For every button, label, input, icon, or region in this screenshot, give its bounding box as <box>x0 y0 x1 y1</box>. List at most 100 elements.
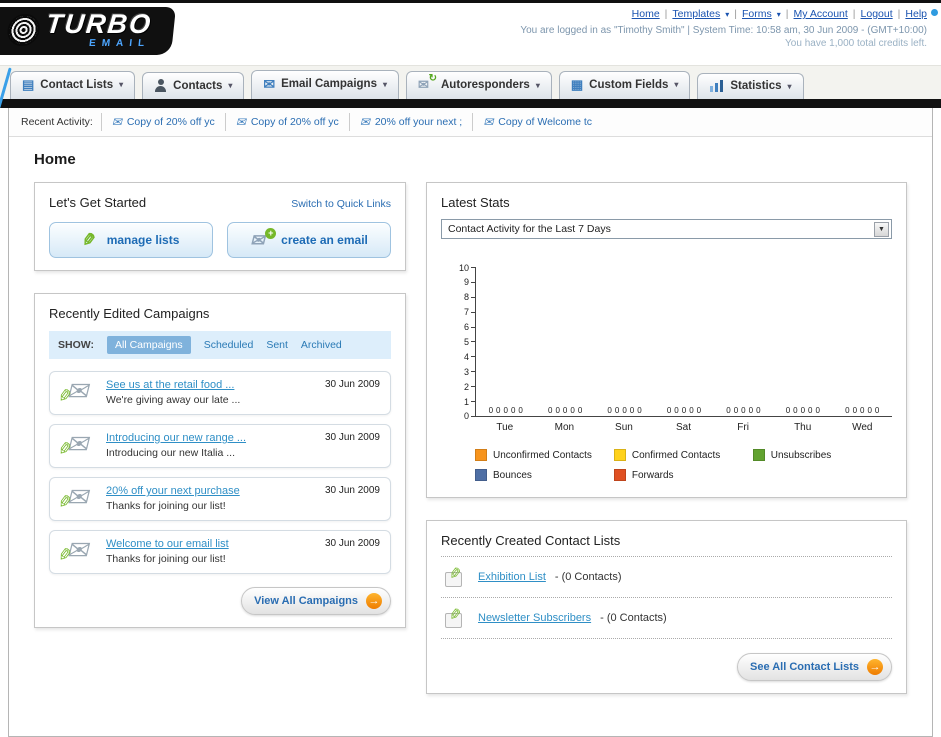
contact-list-row[interactable]: Exhibition List - (0 Contacts) <box>441 557 892 598</box>
chevron-down-icon: ▾ <box>119 80 124 90</box>
contact-list-row[interactable]: Newsletter Subscribers - (0 Contacts) <box>441 598 892 639</box>
edit-list-icon <box>443 566 469 588</box>
manage-lists-label: manage lists <box>106 233 180 247</box>
nav-link-help[interactable]: Help <box>905 8 927 20</box>
view-all-campaigns-button[interactable]: View All Campaigns → <box>241 587 391 615</box>
header-right: Home | Templates ▾ | Forms ▾ | My Accoun… <box>520 8 927 49</box>
email-icon <box>112 115 122 129</box>
top-nav: Home | Templates ▾ | Forms ▾ | My Accoun… <box>520 8 927 20</box>
legend-swatch <box>613 469 626 481</box>
dropdown-arrow-icon: ▼ <box>874 221 889 237</box>
nav-separator: | <box>785 8 789 20</box>
legend-swatch <box>613 449 626 461</box>
campaign-link[interactable]: Welcome to our email list <box>106 538 309 550</box>
switch-quick-links-link[interactable]: Switch to Quick Links <box>291 198 391 210</box>
tab-email-campaigns[interactable]: Email Campaigns ▾ <box>251 69 399 99</box>
recent-contact-lists-title: Recently Created Contact Lists <box>441 533 892 557</box>
show-label: SHOW: <box>58 339 94 351</box>
contact-lists-icon <box>22 78 34 93</box>
nav-link-templates[interactable]: Templates <box>672 8 720 20</box>
legend-label: Unsubscribes <box>770 449 832 461</box>
campaign-row[interactable]: Welcome to our email list Thanks for joi… <box>49 530 391 574</box>
nav-separator: | <box>664 8 668 20</box>
campaign-row[interactable]: Introducing our new range ... Introducin… <box>49 424 391 468</box>
filter-scheduled[interactable]: Scheduled <box>204 339 254 351</box>
campaign-link[interactable]: 20% off your next purchase <box>106 485 309 497</box>
logo-subtitle: EMAIL <box>88 38 151 49</box>
page-body: Home Let's Get Started Switch to Quick L… <box>9 137 932 736</box>
content-frame: Recent Activity: Copy of 20% off yc Copy… <box>8 108 933 737</box>
credits-info: You have 1,000 total credits left. <box>785 38 927 49</box>
tab-statistics[interactable]: Statistics ▾ <box>697 73 804 99</box>
contact-list-link[interactable]: Exhibition List <box>478 571 546 583</box>
recent-activity-bar: Recent Activity: Copy of 20% off yc Copy… <box>9 108 932 137</box>
recent-activity-item[interactable]: Copy of 20% off yc <box>224 113 349 131</box>
recent-activity-item[interactable]: 20% off your next ; <box>348 113 472 131</box>
logo-swirl-icon <box>5 14 42 46</box>
legend-label: Confirmed Contacts <box>631 449 721 461</box>
legend-swatch <box>752 449 765 461</box>
page-title: Home <box>34 151 76 168</box>
chevron-down-icon: ▾ <box>382 79 387 89</box>
email-icon <box>236 115 246 129</box>
tab-custom-fields[interactable]: Custom Fields ▾ <box>558 70 691 99</box>
main-nav: Contact Lists ▾ Contacts ▾ Email Campaig… <box>0 65 941 99</box>
campaign-row[interactable]: See us at the retail food ... We're givi… <box>49 371 391 415</box>
get-started-panel: Let's Get Started Switch to Quick Links … <box>34 182 406 271</box>
legend-label: Bounces <box>493 469 532 481</box>
stats-period-select[interactable]: Contact Activity for the Last 7 Days ▼ <box>441 219 892 239</box>
nav-link-home[interactable]: Home <box>632 8 660 20</box>
contact-list-link[interactable]: Newsletter Subscribers <box>478 612 591 624</box>
see-all-contact-lists-button[interactable]: See All Contact Lists → <box>736 653 892 681</box>
create-email-label: create an email <box>281 233 368 247</box>
tab-label: Email Campaigns <box>281 78 377 91</box>
campaign-date: 30 Jun 2009 <box>324 485 380 496</box>
recent-activity-item[interactable]: Copy of 20% off yc <box>100 113 225 131</box>
legend-item: Confirmed Contacts <box>613 449 753 461</box>
campaign-date: 30 Jun 2009 <box>324 432 380 443</box>
recent-activity-item-label: Copy of 20% off yc <box>250 116 339 128</box>
create-email-button[interactable]: create an email <box>227 222 391 258</box>
logo-text: TURBO EMAIL <box>44 9 154 49</box>
legend-label: Forwards <box>631 469 674 481</box>
nav-separator: | <box>734 8 738 20</box>
legend-item: Forwards <box>613 469 753 481</box>
edit-list-icon <box>443 607 469 629</box>
filter-archived[interactable]: Archived <box>301 339 342 351</box>
latest-stats-title: Latest Stats <box>441 195 510 210</box>
edit-campaign-icon <box>60 535 96 566</box>
arrow-right-icon: → <box>366 593 382 609</box>
app-logo[interactable]: TURBO EMAIL <box>0 7 176 55</box>
tab-autoresponders[interactable]: Autoresponders ▾ <box>406 71 552 99</box>
legend-swatch <box>475 449 487 461</box>
campaign-link[interactable]: See us at the retail food ... <box>106 379 309 391</box>
legend-label: Unconfirmed Contacts <box>493 449 592 461</box>
get-started-title: Let's Get Started <box>49 195 147 210</box>
campaign-date: 30 Jun 2009 <box>324 379 380 390</box>
campaign-link[interactable]: Introducing our new range ... <box>106 432 309 444</box>
arrow-right-icon: → <box>867 659 883 675</box>
edit-campaign-icon <box>60 376 96 407</box>
left-column: Let's Get Started Switch to Quick Links … <box>34 182 406 650</box>
legend-item: Unconfirmed Contacts <box>475 449 614 461</box>
statistics-icon <box>709 80 725 92</box>
campaign-subtitle: We're giving away our late ... <box>106 394 241 406</box>
recent-activity-item-label: Copy of Welcome tc <box>498 116 593 128</box>
chart-plot-area: 00000000000000000000000000000000000 <box>475 267 892 417</box>
nav-link-my-account[interactable]: My Account <box>794 8 848 20</box>
campaign-row[interactable]: 20% off your next purchase Thanks for jo… <box>49 477 391 521</box>
nav-link-logout[interactable]: Logout <box>861 8 893 20</box>
recent-activity-label: Recent Activity: <box>21 116 93 128</box>
nav-link-forms[interactable]: Forms <box>742 8 772 20</box>
filter-all-campaigns[interactable]: All Campaigns <box>106 336 191 354</box>
tab-label: Autoresponders <box>441 79 530 91</box>
tab-contact-lists[interactable]: Contact Lists ▾ <box>10 70 136 99</box>
manage-lists-button[interactable]: manage lists <box>49 222 213 258</box>
chevron-down-icon: ▾ <box>228 81 233 90</box>
filter-sent[interactable]: Sent <box>266 339 288 351</box>
tab-contacts[interactable]: Contacts ▾ <box>142 72 245 99</box>
contact-list-count: - (0 Contacts) <box>554 571 622 583</box>
recent-activity-item[interactable]: Copy of Welcome tc <box>472 113 602 131</box>
email-campaigns-icon <box>263 77 275 93</box>
nav-separator: | <box>897 8 901 20</box>
